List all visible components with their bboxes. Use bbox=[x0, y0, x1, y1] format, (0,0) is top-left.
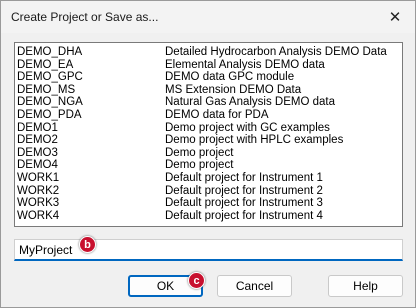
project-name: DEMO_EA bbox=[17, 58, 74, 71]
project-name: DEMO_PDA bbox=[17, 109, 82, 121]
close-button[interactable]: ✕ bbox=[381, 3, 409, 31]
project-description: DEMO data for PDA bbox=[165, 109, 269, 121]
create-project-dialog: Create Project or Save as... ✕ DEMO_DHA D… bbox=[0, 0, 416, 308]
project-description: Default project for Instrument 2 bbox=[165, 184, 323, 197]
project-description: Natural Gas Analysis DEMO data bbox=[165, 96, 336, 109]
project-name: DEMO2 bbox=[17, 134, 58, 147]
project-description: Demo project with HPLC examples bbox=[165, 134, 344, 147]
project-name: DEMO_MS bbox=[17, 83, 76, 96]
project-description: Demo project bbox=[165, 146, 234, 159]
project-list[interactable]: DEMO_DHA Detailed Hydrocarbon Analysis DE… bbox=[14, 42, 403, 227]
close-icon: ✕ bbox=[388, 9, 402, 26]
callout-b-badge: b bbox=[79, 236, 96, 253]
project-name: DEMO_GPC bbox=[17, 71, 83, 84]
project-name: WORK2 bbox=[17, 184, 60, 197]
project-description: Default project for Instrument 1 bbox=[165, 172, 323, 184]
project-description: Demo project bbox=[165, 159, 234, 172]
project-description: Detailed Hydrocarbon Analysis DEMO Data bbox=[165, 46, 387, 58]
dialog-title: Create Project or Save as... bbox=[11, 10, 159, 24]
project-description: MS Extension DEMO Data bbox=[165, 83, 302, 96]
project-name: DEMO3 bbox=[17, 146, 58, 159]
project-name: DEMO_NGA bbox=[17, 96, 83, 109]
project-name: WORK3 bbox=[17, 197, 60, 210]
project-description: Demo project with GC examples bbox=[165, 121, 330, 134]
project-name: WORK1 bbox=[17, 172, 60, 184]
project-name: WORK4 bbox=[17, 209, 60, 222]
project-description: Elemental Analysis DEMO data bbox=[165, 58, 325, 71]
title-bar: Create Project or Save as... ✕ bbox=[1, 1, 415, 33]
cancel-button[interactable]: Cancel bbox=[217, 275, 292, 297]
project-description: Default project for Instrument 3 bbox=[165, 197, 323, 210]
project-name: DEMO1 bbox=[17, 121, 58, 134]
project-description: Default project for Instrument 4 bbox=[165, 209, 323, 222]
project-name: DEMO4 bbox=[17, 159, 58, 172]
project-description: DEMO data GPC module bbox=[165, 71, 295, 84]
project-name-input[interactable] bbox=[14, 239, 403, 261]
help-button[interactable]: Help bbox=[328, 275, 403, 297]
callout-c-badge: c bbox=[188, 272, 205, 289]
project-name: DEMO_DHA bbox=[17, 46, 83, 58]
